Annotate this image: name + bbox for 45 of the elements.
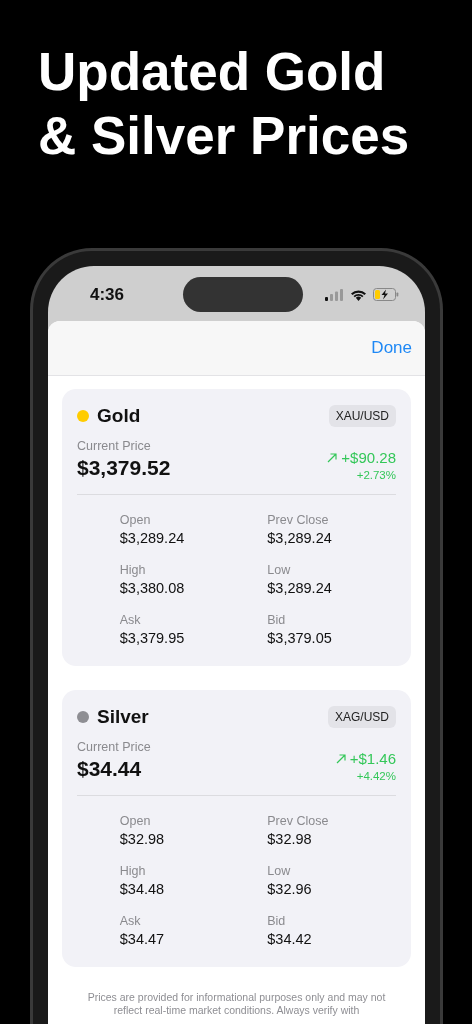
stat-value: $3,380.08 bbox=[119, 580, 186, 596]
done-button[interactable]: Done bbox=[371, 338, 412, 358]
headline: Updated Gold & Silver Prices bbox=[37, 41, 411, 167]
price-label: Current Price bbox=[77, 439, 151, 453]
stat-value: $32.98 bbox=[119, 831, 166, 847]
stat-label: Prev Close bbox=[267, 513, 330, 527]
price-change: +$90.28 bbox=[341, 449, 396, 466]
stat-label: Low bbox=[267, 563, 292, 577]
symbol-badge: XAG/USD bbox=[328, 706, 396, 728]
stat-label: Ask bbox=[119, 914, 142, 928]
stat-value: $3,289.24 bbox=[119, 530, 186, 546]
stat-label: Open bbox=[119, 814, 152, 828]
stat-value: $32.96 bbox=[267, 881, 313, 897]
stat-label: Low bbox=[267, 864, 292, 878]
trend-arrow-icon bbox=[335, 753, 346, 764]
percent-change: +2.73% bbox=[356, 469, 396, 481]
price-label: Current Price bbox=[77, 740, 151, 754]
stat-value: $34.47 bbox=[119, 931, 166, 947]
stat-value: $3,379.95 bbox=[119, 630, 186, 646]
stat-label: Ask bbox=[119, 613, 142, 627]
percent-change: +4.42% bbox=[356, 770, 396, 782]
stat-value: $32.98 bbox=[267, 831, 313, 847]
stat-label: Bid bbox=[267, 613, 287, 627]
stat-value: $3,379.05 bbox=[267, 630, 333, 646]
metal-name: Silver bbox=[97, 706, 149, 728]
stat-label: Prev Close bbox=[267, 814, 330, 828]
current-price: $3,379.52 bbox=[77, 456, 171, 480]
stat-value: $34.42 bbox=[267, 931, 313, 947]
symbol-badge: XAU/USD bbox=[328, 405, 396, 427]
battery-charging-icon bbox=[373, 288, 399, 301]
stat-value: $34.48 bbox=[119, 881, 166, 897]
current-price: $34.44 bbox=[77, 757, 142, 781]
trend-arrow-icon bbox=[327, 452, 338, 463]
signal-icon bbox=[325, 288, 344, 301]
stat-label: Open bbox=[119, 513, 152, 527]
price-change: +$1.46 bbox=[349, 750, 396, 767]
stat-label: High bbox=[119, 563, 147, 577]
disclaimer-text: Prices are provided for informational purposes only and may not reflect real-time market conditions. Always verify with bbox=[86, 991, 387, 1017]
status-time: 4:36 bbox=[90, 284, 126, 305]
wifi-icon bbox=[350, 288, 367, 301]
stat-value: $3,289.24 bbox=[267, 530, 333, 546]
metal-name: Gold bbox=[97, 405, 141, 427]
stat-label: Bid bbox=[267, 914, 287, 928]
stat-label: High bbox=[119, 864, 147, 878]
stat-value: $3,289.24 bbox=[267, 580, 333, 596]
